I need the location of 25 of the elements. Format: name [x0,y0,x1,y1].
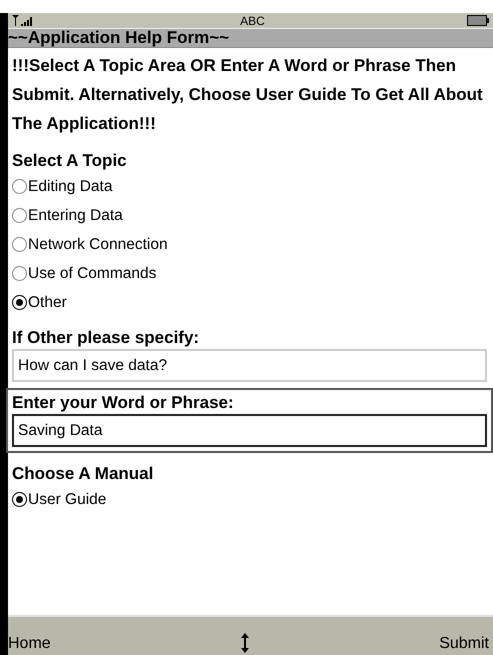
instructions: !!!Select A Topic Area OR Enter A Word or Phrase Then Submit. Alternatively, Choose User Guide To Get All About The Application!!! [12,55,484,135]
topic-heading: Select A Topic [12,150,128,172]
submit-softkey[interactable]: Submit [439,635,489,653]
radio-button[interactable] [12,492,27,507]
option-label: Other [28,294,67,312]
home-softkey[interactable]: Home [8,635,51,653]
field-label: If Other please specify: [12,327,200,349]
radio-button[interactable] [12,266,27,281]
field-label: Enter your Word or Phrase: [12,392,235,414]
input-field[interactable]: Saving Data [12,414,487,447]
option-label: Editing Data [28,178,112,196]
radio-button[interactable] [12,208,27,223]
option-label: Entering Data [28,206,123,224]
battery-icon [467,15,489,26]
input-field[interactable]: How can I save data? [12,349,487,382]
scroll-arrows-icon [240,633,250,653]
form-title: ~~Application Help Form~~ [8,29,493,48]
manual-heading: Choose A Manual [12,463,154,485]
option-label: Network Connection [28,236,168,254]
radio-button[interactable] [12,179,27,194]
option-label: Use of Commands [28,264,156,282]
option-label: User Guide [28,490,106,508]
radio-button[interactable] [12,237,27,252]
radio-button[interactable] [12,295,27,310]
input-mode: ABC [240,14,265,28]
